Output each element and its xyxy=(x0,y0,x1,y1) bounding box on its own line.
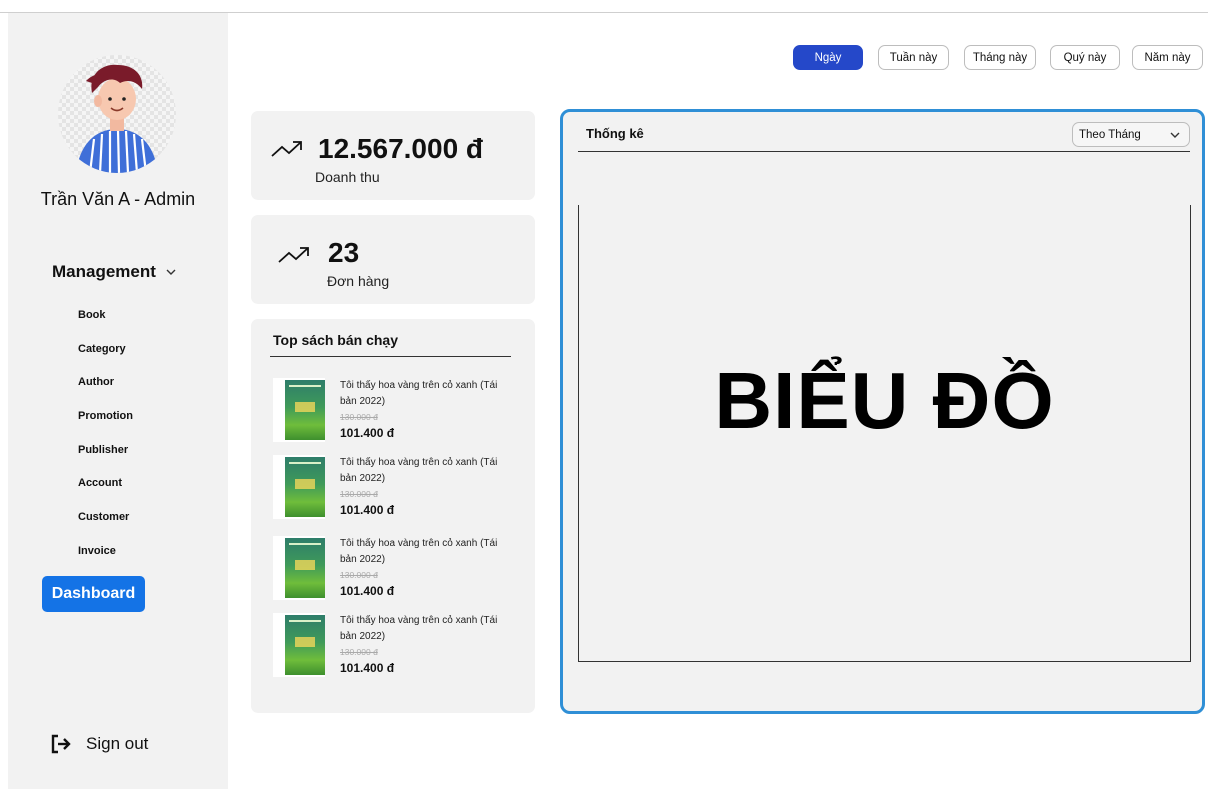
top-books-title: Top sách bán chạy xyxy=(273,332,398,348)
sidebar-item-book[interactable]: Book xyxy=(78,303,133,337)
list-item[interactable]: Tôi thấy hoa vàng trên cỏ xanh (Tái bản … xyxy=(273,455,513,519)
top-books-card: Top sách bán chạy Tôi thấy hoa vàng trên… xyxy=(251,319,535,713)
statistics-panel: Thống kê Theo Tháng BIỂU ĐỒ xyxy=(560,109,1205,714)
chevron-down-icon xyxy=(166,269,176,275)
book-title: Tôi thấy hoa vàng trên cỏ xanh (Tái bản … xyxy=(340,538,498,565)
sidebar-item-account[interactable]: Account xyxy=(78,471,133,505)
trending-up-icon xyxy=(271,141,302,157)
sidebar-item-dashboard[interactable]: Dashboard xyxy=(42,576,145,612)
orders-card: 23 Đơn hàng xyxy=(251,215,535,304)
period-select[interactable]: Theo Tháng xyxy=(1072,122,1190,147)
avatar xyxy=(58,55,176,173)
book-old-price: 130.000 đ xyxy=(340,489,378,499)
statistics-title: Thống kê xyxy=(586,126,644,141)
signout-icon xyxy=(51,734,71,754)
management-menu: Book Category Author Promotion Publisher… xyxy=(78,303,133,573)
filter-year-button[interactable]: Năm này xyxy=(1132,45,1203,70)
revenue-label: Doanh thu xyxy=(315,169,380,185)
book-cover xyxy=(273,378,325,442)
signout-label: Sign out xyxy=(86,734,149,753)
book-old-price: 130.000 đ xyxy=(340,647,378,657)
book-cover xyxy=(273,613,325,677)
book-title: Tôi thấy hoa vàng trên cỏ xanh (Tái bản … xyxy=(340,615,498,642)
book-price: 101.400 đ xyxy=(340,661,395,675)
filter-quarter-button[interactable]: Quý này xyxy=(1050,45,1120,70)
chart-area: BIỂU ĐỒ xyxy=(578,205,1191,662)
book-old-price: 130.000 đ xyxy=(340,412,378,422)
filter-month-button[interactable]: Tháng này xyxy=(964,45,1036,70)
orders-label: Đơn hàng xyxy=(327,273,390,289)
sidebar-item-promotion[interactable]: Promotion xyxy=(78,404,133,438)
chevron-down-icon xyxy=(1170,132,1180,138)
management-toggle[interactable]: Management xyxy=(52,262,178,282)
trending-up-icon xyxy=(278,247,309,263)
revenue-value: 12.567.000 đ xyxy=(318,133,484,164)
list-item[interactable]: Tôi thấy hoa vàng trên cỏ xanh (Tái bản … xyxy=(273,613,513,677)
book-price: 101.400 đ xyxy=(340,584,395,598)
list-item[interactable]: Tôi thấy hoa vàng trên cỏ xanh (Tái bản … xyxy=(273,378,513,442)
sidebar-item-publisher[interactable]: Publisher xyxy=(78,438,133,472)
sidebar: Trần Văn A - Admin Management Book Categ… xyxy=(8,13,228,789)
book-price: 101.400 đ xyxy=(340,503,395,517)
filter-day-button[interactable]: Ngày xyxy=(793,45,863,70)
management-label: Management xyxy=(52,262,156,281)
user-name: Trần Văn A - Admin xyxy=(40,189,196,209)
sidebar-item-customer[interactable]: Customer xyxy=(78,505,133,539)
top-books-divider xyxy=(270,356,511,357)
book-title: Tôi thấy hoa vàng trên cỏ xanh (Tái bản … xyxy=(340,380,498,407)
signout-button[interactable]: Sign out xyxy=(50,734,148,754)
period-select-value: Theo Tháng xyxy=(1079,128,1141,141)
chart-placeholder: BIỂU ĐỒ xyxy=(714,356,1055,445)
list-item[interactable]: Tôi thấy hoa vàng trên cỏ xanh (Tái bản … xyxy=(273,536,513,600)
book-old-price: 130.000 đ xyxy=(340,570,378,580)
book-title: Tôi thấy hoa vàng trên cỏ xanh (Tái bản … xyxy=(340,457,498,484)
period-filters: Ngày Tuần này Tháng này Quý này Năm này xyxy=(793,45,1203,70)
book-price: 101.400 đ xyxy=(340,426,395,440)
statistics-divider xyxy=(578,151,1190,152)
book-cover xyxy=(273,536,325,600)
sidebar-item-author[interactable]: Author xyxy=(78,370,133,404)
orders-value: 23 xyxy=(328,237,360,268)
sidebar-item-category[interactable]: Category xyxy=(78,337,133,371)
avatar-illustration xyxy=(76,64,158,173)
sidebar-item-invoice[interactable]: Invoice xyxy=(78,539,133,573)
book-cover xyxy=(273,455,325,519)
revenue-card: 12.567.000 đ Doanh thu xyxy=(251,111,535,200)
filter-week-button[interactable]: Tuần này xyxy=(878,45,949,70)
